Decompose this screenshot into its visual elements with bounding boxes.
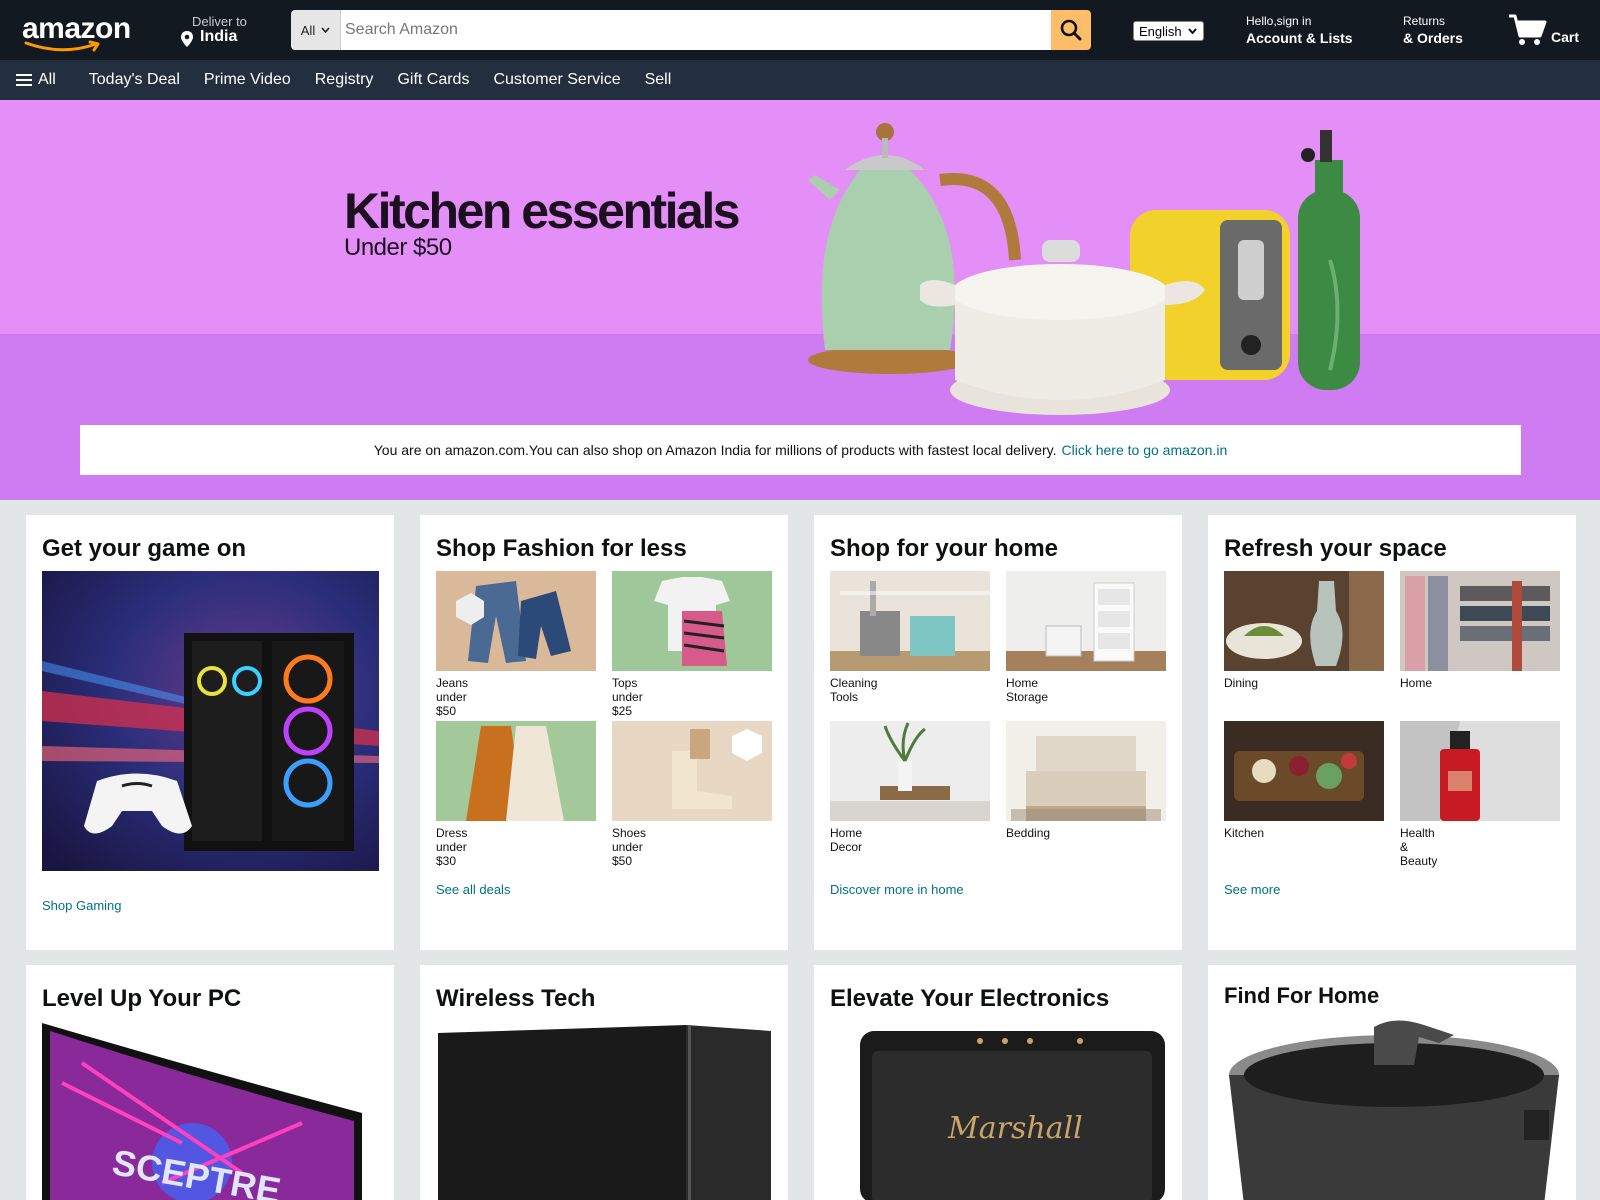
jeans-image <box>436 571 596 671</box>
cart-label: Cart <box>1551 29 1580 45</box>
dress-image <box>436 721 596 821</box>
search-button[interactable] <box>1051 10 1091 50</box>
deliver-to[interactable]: Deliver to India <box>178 12 273 52</box>
item-caption: Home <box>1400 676 1433 690</box>
card-wireless: Wireless Tech <box>420 965 788 1200</box>
sub-nav: All Today's Deal Prime Video Registry Gi… <box>0 60 1600 100</box>
speaker-image[interactable] <box>436 1023 773 1200</box>
amazon-in-link[interactable]: Click here to go amazon.in <box>1062 442 1228 458</box>
item-caption: Home Decor <box>830 826 863 854</box>
curved-monitor-image[interactable]: SCEPTRE <box>42 1023 379 1200</box>
item-caption: Dining <box>1224 676 1259 690</box>
chevron-down-icon <box>1187 28 1197 34</box>
home-textiles-image <box>1400 571 1560 671</box>
card-electronics: Elevate Your Electronics Marshall <box>814 965 1182 1200</box>
card-gaming: Get your game on Shop Gaming <box>26 515 394 950</box>
tops-image <box>612 571 772 671</box>
item-caption: Tops under $25 <box>612 676 643 718</box>
search-bar: All <box>291 10 1091 50</box>
item-caption: Dress under $30 <box>436 826 468 868</box>
item-caption: Bedding <box>1006 826 1051 840</box>
subnav-item-prime-video[interactable]: Prime Video <box>204 71 291 89</box>
marshall-speaker-image[interactable]: Marshall <box>830 1023 1167 1200</box>
card-title: Elevate Your Electronics <box>830 985 1110 1012</box>
subnav-item-registry[interactable]: Registry <box>315 71 374 89</box>
subnav-item-sell[interactable]: Sell <box>645 71 672 89</box>
language-select[interactable]: English <box>1133 21 1204 41</box>
kitchen-products-image <box>808 123 1360 415</box>
health-beauty-image <box>1400 721 1560 821</box>
item-caption: Health & Beauty <box>1400 826 1438 868</box>
subnav-item-gift-cards[interactable]: Gift Cards <box>397 71 469 89</box>
all-label: All <box>38 71 56 88</box>
search-input[interactable] <box>341 10 1051 50</box>
cart-icon <box>1509 14 1547 45</box>
home-storage-image <box>1006 571 1166 671</box>
item-caption: Jeans under $50 <box>436 676 469 718</box>
item-caption: Kitchen <box>1224 826 1265 840</box>
item-caption: Shoes under $50 <box>612 826 647 868</box>
item-caption: Cleaning Tools <box>830 676 878 704</box>
card-findhome: Find For Home <box>1208 965 1576 1200</box>
smile-icon <box>24 40 100 52</box>
bedding-image <box>1006 721 1166 821</box>
discover-home-link[interactable]: Discover more in home <box>830 882 964 897</box>
search-icon <box>1060 19 1082 41</box>
account-lists[interactable]: Hello,sign in Account & Lists <box>1246 14 1353 46</box>
notice-text: You are on amazon.com.You can also shop … <box>373 442 1057 458</box>
cleaning-tools-image <box>830 571 990 671</box>
search-category-label: All <box>300 22 316 38</box>
account-label: Account & Lists <box>1246 30 1353 46</box>
subnav-item-customer-service[interactable]: Customer Service <box>493 71 620 89</box>
deliver-label: Deliver to <box>192 14 247 29</box>
hero-subtitle: Under $50 <box>344 234 452 261</box>
card-title: Shop for your home <box>830 535 1058 562</box>
orders-label: & Orders <box>1403 30 1463 46</box>
search-category-select[interactable]: All <box>291 10 341 50</box>
locale-notice: You are on amazon.com.You can also shop … <box>80 425 1521 475</box>
cart-button[interactable]: Cart <box>1508 12 1588 48</box>
amazon-logo[interactable]: amazon <box>16 8 138 56</box>
see-all-deals-link[interactable]: See all deals <box>436 882 510 897</box>
chevron-down-icon <box>321 27 330 33</box>
shop-gaming-link[interactable]: Shop Gaming <box>42 898 122 913</box>
gaming-pc-image[interactable] <box>42 571 379 871</box>
card-title: Find For Home <box>1224 983 1380 1008</box>
deliver-country: India <box>200 28 238 45</box>
card-refresh: Refresh your space Dining Home Kitchen H… <box>1208 515 1576 950</box>
card-title: Refresh your space <box>1224 535 1447 562</box>
card-title: Get your game on <box>42 535 247 562</box>
card-title: Wireless Tech <box>436 985 596 1012</box>
location-pin-icon <box>181 31 193 47</box>
pet-fountain-image[interactable] <box>1224 1015 1561 1200</box>
card-home: Shop for your home Cleaning Tools Home S… <box>814 515 1182 950</box>
account-greeting: Hello,sign in <box>1246 14 1312 28</box>
hamburger-icon <box>16 74 32 86</box>
shoes-image <box>612 721 772 821</box>
home-decor-image <box>830 721 990 821</box>
card-fashion: Shop Fashion for less Jeans under $50 To… <box>420 515 788 950</box>
subnav-item-todays-deal[interactable]: Today's Deal <box>89 71 180 89</box>
hero-title: Kitchen essentials <box>344 183 741 239</box>
card-pc: Level Up Your PC SCEPTRE <box>26 965 394 1200</box>
card-title: Shop Fashion for less <box>436 535 687 562</box>
see-more-link[interactable]: See more <box>1224 882 1280 897</box>
kitchen-image <box>1224 721 1384 821</box>
card-title: Level Up Your PC <box>42 985 242 1012</box>
dining-image <box>1224 571 1384 671</box>
all-menu-button[interactable]: All <box>16 71 56 89</box>
language-label: English <box>1139 23 1182 39</box>
item-caption: Home Storage <box>1006 676 1049 704</box>
marshall-brand: Marshall <box>947 1111 1083 1146</box>
returns-orders[interactable]: Returns & Orders <box>1403 14 1463 46</box>
top-nav: amazon Deliver to India All English <box>0 0 1600 60</box>
returns-label: Returns <box>1403 14 1446 28</box>
